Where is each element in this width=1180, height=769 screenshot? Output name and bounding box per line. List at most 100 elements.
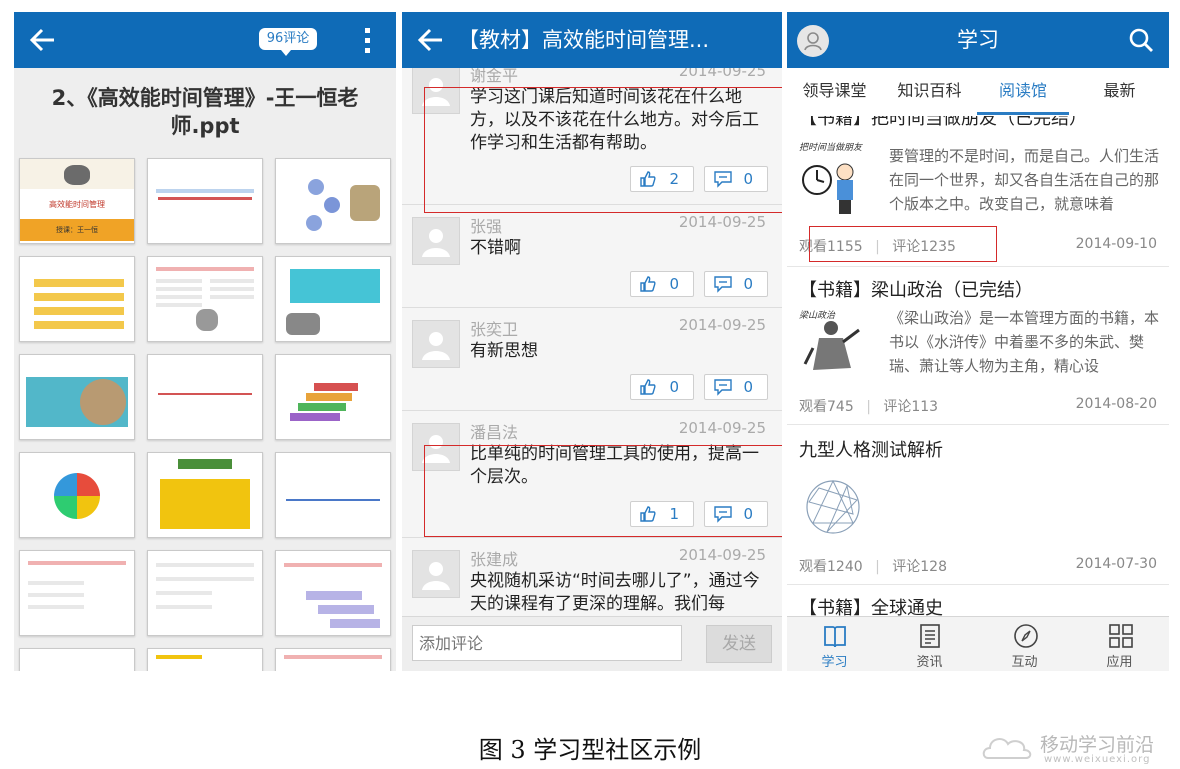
- comment-author: 潘昌法: [470, 423, 519, 442]
- comment-date: 2014-09-25: [678, 546, 766, 564]
- comment-text: 央视随机采访“时间去哪儿了”，通过今天的课程有了更深的理解。我们每: [470, 571, 760, 614]
- slide-thumbnail[interactable]: [275, 452, 391, 538]
- slide-thumbnail[interactable]: [275, 354, 391, 440]
- slide-thumbnail[interactable]: 高效能时间管理 授课：王一恒: [19, 158, 135, 244]
- comment-author: 张奕卫: [470, 320, 519, 339]
- more-options-icon[interactable]: [364, 28, 372, 54]
- search-icon[interactable]: [1127, 26, 1155, 54]
- comment-count-badge[interactable]: 96评论: [259, 28, 317, 56]
- view-count: 观看745: [799, 399, 854, 415]
- nav-news[interactable]: 资讯: [882, 617, 977, 671]
- comment-item: 张强 2014-09-25 不错啊 0 0: [402, 205, 782, 308]
- comment-input-bar: 发送: [402, 616, 782, 671]
- slide-thumbnail[interactable]: [147, 256, 263, 342]
- comment-list[interactable]: 谢金平 2014-09-25 学习这门课后知道时间该花在什么地方，以及不该花在什…: [402, 68, 782, 616]
- book-title: 【书籍】梁山政治（已完结）: [799, 280, 1033, 301]
- bottom-navigation: 学习 资讯 互动 应用: [787, 616, 1169, 671]
- comment-date: 2014-09-25: [678, 316, 766, 334]
- category-tabs: 领导课堂 知识百科 阅读馆 最新: [787, 68, 1169, 117]
- app-header: 【教材】高效能时间管理...: [402, 12, 782, 68]
- list-item[interactable]: 九型人格测试解析 观看1240 | 评论128 2014-07-30: [787, 424, 1169, 585]
- reply-count: 0: [743, 378, 753, 396]
- comments-screen: 【教材】高效能时间管理... 谢金平 2014-09-25 学习这门课后知道时间…: [402, 12, 782, 671]
- speech-bubble-icon: [714, 379, 732, 396]
- comment-count: 评论113: [883, 399, 939, 415]
- slide-thumbnail[interactable]: [147, 354, 263, 440]
- book-cover: [799, 472, 881, 548]
- slide-text: 高效能时间管理: [49, 200, 105, 209]
- tab-reading-hall[interactable]: 阅读馆: [977, 68, 1069, 116]
- book-icon: [824, 626, 846, 648]
- cover-caption: 把时间当做朋友: [799, 143, 863, 153]
- reply-count: 0: [743, 275, 753, 293]
- slide-thumbnail[interactable]: [275, 550, 391, 636]
- user-silhouette-icon: [422, 332, 450, 360]
- reply-button[interactable]: 0: [704, 271, 768, 297]
- nav-learn[interactable]: 学习: [787, 617, 882, 671]
- slide-thumbnail[interactable]: [147, 158, 263, 244]
- tab-knowledge[interactable]: 知识百科: [882, 68, 977, 116]
- document-body: 2、《高效能时间管理》-王一恒老师.ppt 高效能时间管理 授课：王一恒: [14, 68, 396, 671]
- send-button[interactable]: 发送: [706, 625, 772, 663]
- screen-title: 学习: [957, 28, 999, 52]
- slide-thumbnail[interactable]: [275, 648, 391, 671]
- slide-thumbnail[interactable]: [147, 648, 263, 671]
- slide-thumbnail[interactable]: [19, 648, 135, 671]
- grid-apps-icon: [1109, 624, 1133, 648]
- avatar: [412, 217, 460, 265]
- screen-title: 【教材】高效能时间管理...: [458, 28, 710, 52]
- comment-text: 有新思想: [470, 341, 538, 361]
- highlight-box: [424, 87, 782, 213]
- book-date: 2014-09-10: [1075, 236, 1157, 252]
- slide-thumbnail[interactable]: [19, 354, 135, 440]
- like-button[interactable]: 0: [630, 374, 694, 400]
- compass-icon: [1014, 624, 1038, 648]
- like-button[interactable]: 0: [630, 271, 694, 297]
- slide-thumbnail[interactable]: [275, 256, 391, 342]
- slide-thumbnail[interactable]: [19, 452, 135, 538]
- tab-latest[interactable]: 最新: [1072, 68, 1167, 116]
- thumbs-up-icon: [640, 379, 656, 395]
- slide-thumbnail[interactable]: [147, 550, 263, 636]
- slide-thumbnail[interactable]: [275, 158, 391, 244]
- watermark-text: 移动学习前沿: [1040, 734, 1155, 756]
- speech-bubble-icon: [714, 276, 732, 293]
- cloud-logo-icon: [982, 738, 1032, 759]
- book-title: 九型人格测试解析: [799, 440, 943, 461]
- app-header: 学习: [787, 12, 1169, 68]
- nav-label: 互动: [1011, 655, 1038, 670]
- thumbs-up-icon: [640, 276, 656, 292]
- back-arrow-icon[interactable]: [28, 26, 58, 54]
- avatar: [412, 550, 460, 598]
- comment-date: 2014-09-25: [678, 213, 766, 231]
- list-item[interactable]: 【书籍】梁山政治（已完结） 梁山政治 《梁山政治》是一本管理方面的书籍，本书以《…: [787, 266, 1169, 425]
- user-silhouette-icon: [422, 229, 450, 257]
- comment-date: 2014-09-25: [678, 68, 766, 80]
- enneagram-icon: [806, 479, 860, 534]
- reply-button[interactable]: 0: [704, 374, 768, 400]
- book-list[interactable]: 【书籍】把时间当做朋友（已完结） 把时间当做朋友 要管理的不是时间，而是自己。人…: [787, 116, 1169, 616]
- user-silhouette-icon: [422, 562, 450, 590]
- book-cover: 把时间当做朋友: [799, 143, 881, 220]
- book-date: 2014-08-20: [1075, 396, 1157, 412]
- slide-thumbnail[interactable]: [19, 256, 135, 342]
- back-arrow-icon[interactable]: [416, 26, 446, 54]
- nav-apps[interactable]: 应用: [1072, 617, 1167, 671]
- book-title: 【书籍】把时间当做朋友（已完结）: [799, 116, 1087, 129]
- nav-interact[interactable]: 互动: [977, 617, 1072, 671]
- list-item[interactable]: 【书籍】全球通史: [787, 584, 1169, 616]
- comment-text: 不错啊: [470, 238, 521, 258]
- slide-thumbnail[interactable]: [19, 550, 135, 636]
- active-tab-indicator: [977, 112, 1069, 115]
- cover-caption: 梁山政治: [799, 311, 836, 321]
- highlight-box: [809, 226, 997, 262]
- comment-input[interactable]: [412, 625, 682, 661]
- slide-thumbnail[interactable]: [147, 452, 263, 538]
- watermark: 移动学习前沿 www.weixuexi.org: [982, 730, 1178, 766]
- slide-text: 授课：王一恒: [56, 226, 98, 234]
- app-header: 96评论: [14, 12, 396, 68]
- like-count: 0: [669, 378, 679, 396]
- learning-screen: 学习 领导课堂 知识百科 阅读馆 最新 【书籍】把时间当做朋友（已完结） 把时间…: [787, 12, 1169, 671]
- comment-item: 张奕卫 2014-09-25 有新思想 0 0: [402, 308, 782, 411]
- tab-leadership[interactable]: 领导课堂: [787, 68, 882, 116]
